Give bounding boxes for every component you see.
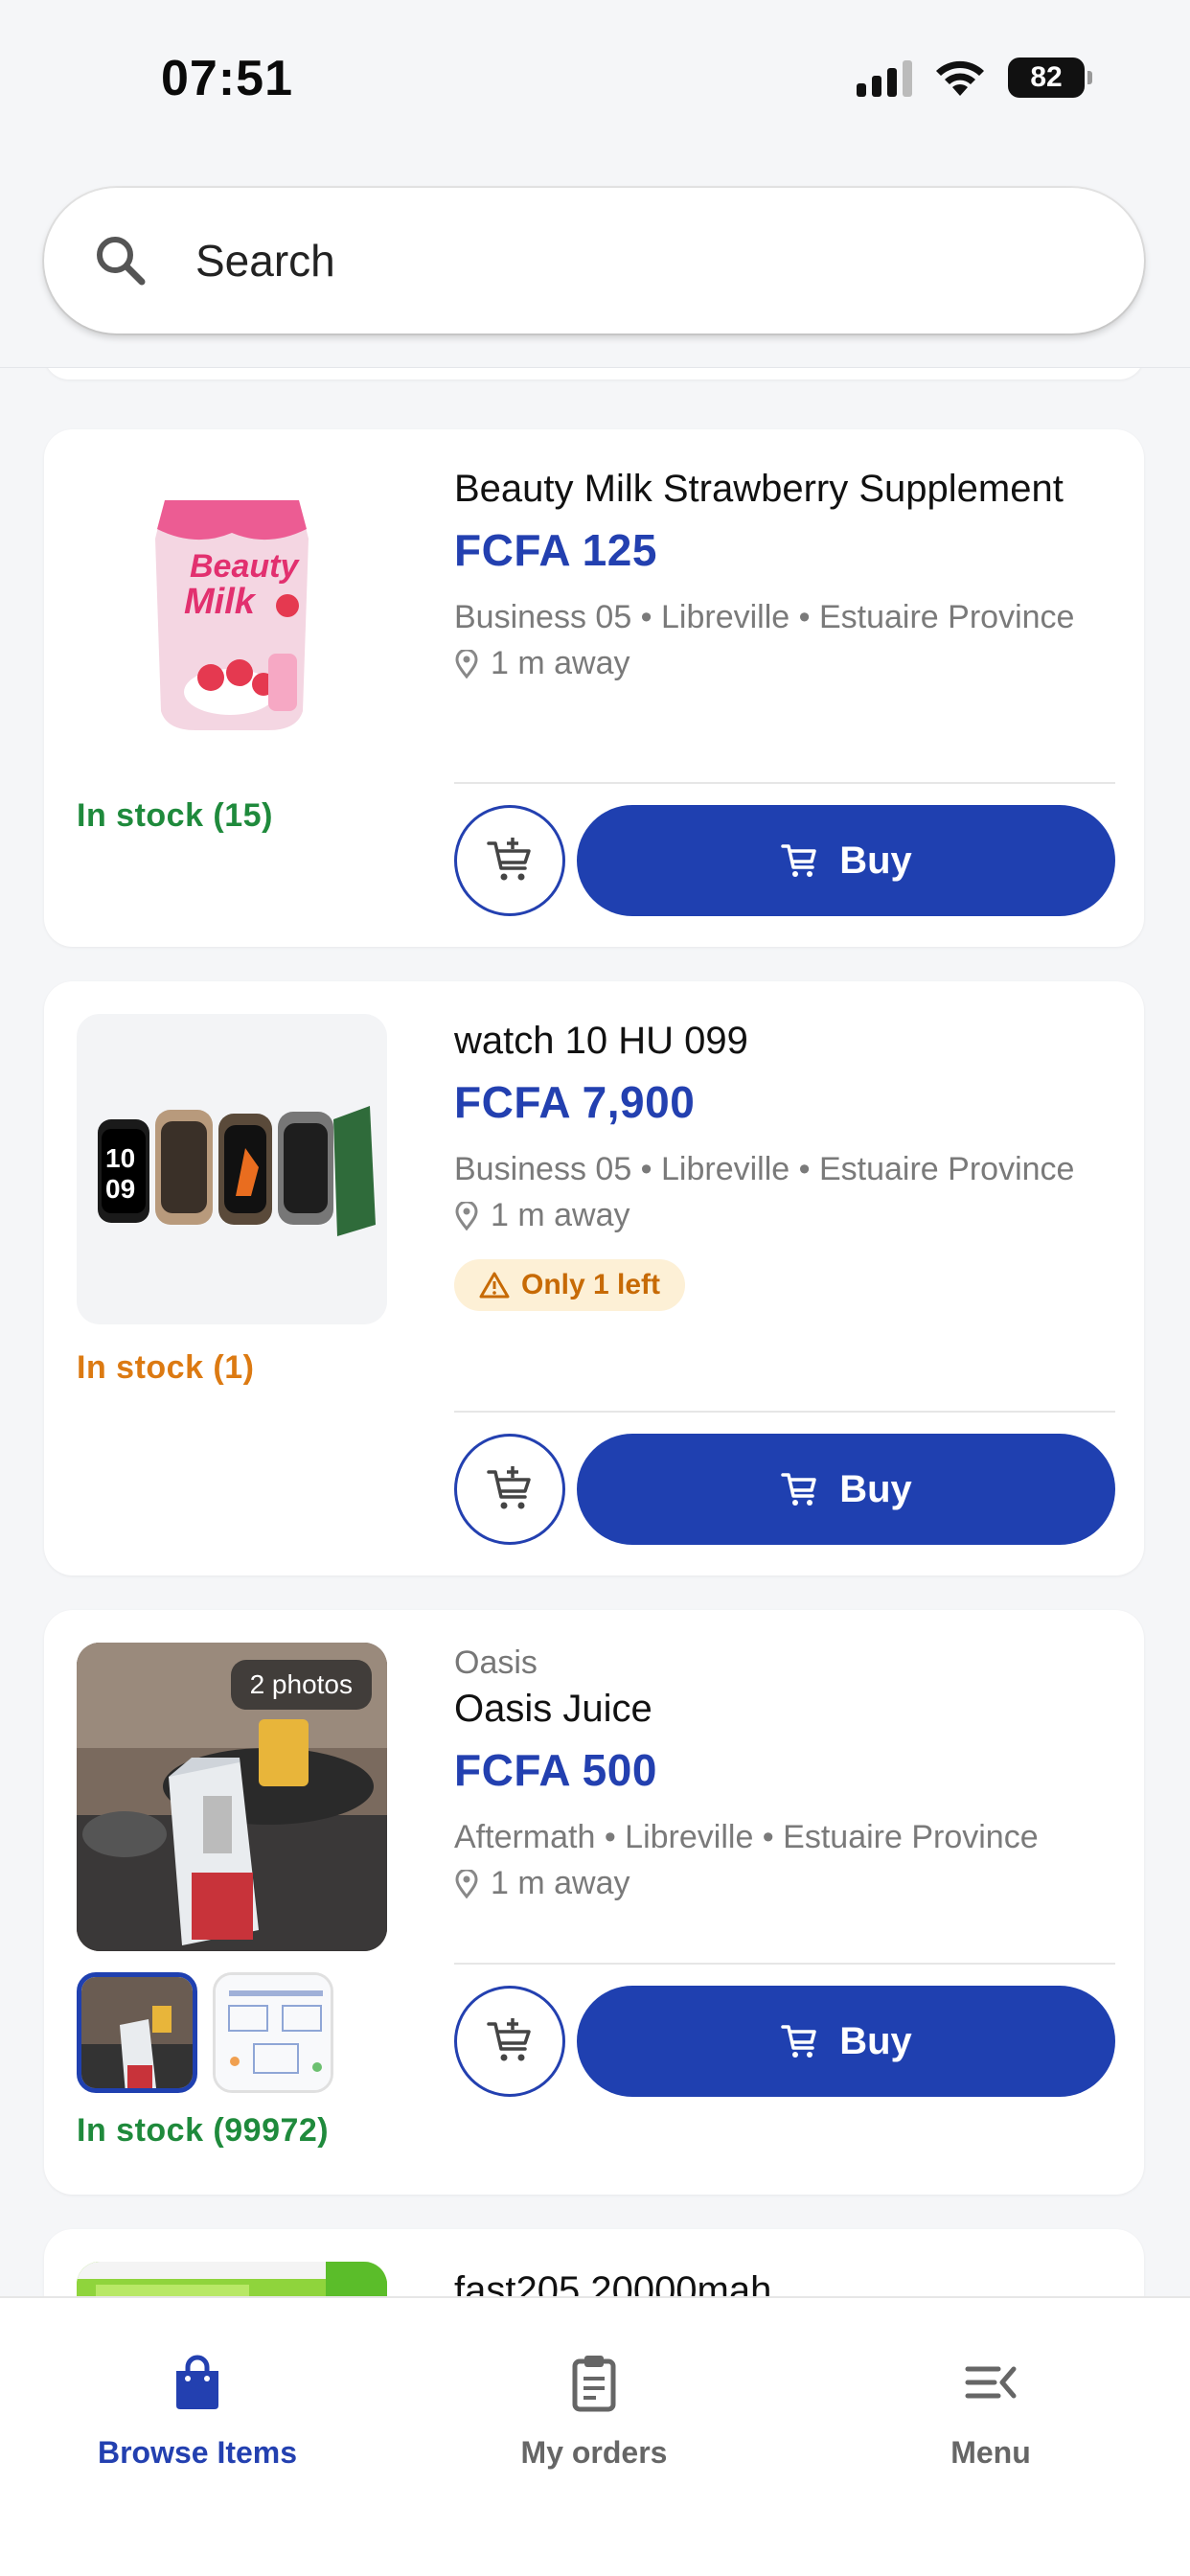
card-actions: Buy [454,1434,1115,1545]
card-divider [454,782,1115,784]
add-to-cart-icon [487,1466,531,1509]
nav-my-orders[interactable]: My orders [450,2352,738,2471]
nav-label: Browse Items [97,2435,298,2470]
photo-thumbnail-2[interactable] [213,1972,333,2093]
card-divider [454,1963,1115,1965]
product-image[interactable] [77,2262,387,2296]
product-image[interactable]: 2 photos [77,1643,387,1951]
product-media: Beauty Milk [77,462,387,772]
svg-text:10: 10 [105,1143,135,1173]
product-distance: 1 m away [454,1865,1115,1902]
distance-label: 1 m away [491,645,630,681]
add-to-cart-icon [487,2018,531,2061]
search-input[interactable] [195,235,1058,287]
product-image[interactable]: 10 09 [77,1014,387,1324]
wifi-icon [936,60,984,96]
location-pin-icon [455,1869,478,1898]
menu-icon [965,2366,1017,2399]
cart-icon [781,2025,816,2058]
product-info: fast205 20000mah [454,2269,1115,2296]
photo-count-badge: 2 photos [230,1660,372,1710]
product-image[interactable]: Beauty Milk [77,462,387,772]
buy-label: Buy [839,1467,912,1510]
distance-label: 1 m away [491,1197,630,1233]
photo-thumbnails [77,1972,387,2093]
svg-text:Beauty: Beauty [190,548,300,585]
product-list[interactable]: Beauty Milk In stock (15) Beauty Milk St… [0,368,1190,2296]
product-media: 10 09 [77,1014,387,1324]
product-distance: 1 m away [454,1197,1115,1234]
clipboard-icon [572,2356,616,2412]
buy-button[interactable]: Buy [577,1986,1115,2097]
card-actions: Buy [454,805,1115,916]
add-to-cart-button[interactable] [454,805,565,916]
location-pin-icon [455,649,478,678]
search-icon [97,237,146,286]
power-bank-image [77,2262,387,2296]
cart-icon [781,844,816,877]
card-divider [454,1411,1115,1413]
bottom-navigation: Browse Items My orders Menu [0,2296,1190,2576]
product-price: FCFA 500 [454,1745,657,1795]
nav-browse-items[interactable]: Browse Items [54,2352,341,2471]
status-icons: 82 [857,58,1092,98]
product-card[interactable]: 2 photos In stock (99972) Oasis Oasis Ju… [44,1610,1144,2195]
search-bar[interactable] [44,188,1144,334]
cellular-signal-icon [857,58,912,97]
product-title[interactable]: watch 10 HU 099 [454,1020,1115,1063]
product-title[interactable]: fast205 20000mah [454,2269,1115,2296]
add-to-cart-button[interactable] [454,1434,565,1545]
buy-button[interactable]: Buy [577,1434,1115,1545]
product-distance: 1 m away [454,645,1115,682]
status-bar: 07:51 82 [0,0,1190,153]
product-card-partial-top [44,368,1144,380]
product-title[interactable]: Oasis Juice [454,1688,1115,1731]
product-card[interactable]: Beauty Milk In stock (15) Beauty Milk St… [44,429,1144,947]
product-info: watch 10 HU 099 FCFA 7,900 Business 05 •… [454,1020,1115,1311]
product-media: 2 photos [77,1643,387,2093]
buy-label: Buy [839,839,912,882]
product-brand: Oasis [454,1644,538,1681]
location-pin-icon [455,1201,478,1230]
svg-text:Milk: Milk [184,582,257,622]
buy-label: Buy [839,2019,912,2062]
stock-status: In stock (1) [77,1349,255,1386]
search-header [0,153,1190,368]
battery-level: 82 [1030,61,1063,93]
low-stock-label: Only 1 left [521,1269,661,1300]
product-price: FCFA 7,900 [454,1077,696,1127]
cart-icon [781,1473,816,1506]
product-location: Business 05 • Libreville • Estuaire Prov… [454,599,1075,635]
nav-menu[interactable]: Menu [847,2352,1134,2471]
product-media [77,2262,387,2296]
screen: 07:51 82 Search Beauty Milk In stock (15… [0,0,1190,2576]
svg-text:09: 09 [105,1174,135,1204]
nav-label: Menu [950,2435,1031,2470]
product-price: FCFA 125 [454,525,657,575]
buy-button[interactable]: Buy [577,805,1115,916]
product-card[interactable]: 10 09 In stock (1) watch 10 HU 099 FCFA … [44,981,1144,1576]
low-stock-badge: Only 1 left [454,1259,686,1311]
distance-label: 1 m away [491,1865,630,1901]
nav-label: My orders [520,2435,668,2470]
add-to-cart-icon [487,838,531,881]
stock-status: In stock (15) [77,797,273,834]
product-title[interactable]: Beauty Milk Strawberry Supplement [454,468,1115,511]
add-to-cart-button[interactable] [454,1986,565,2097]
product-location: Aftermath • Libreville • Estuaire Provin… [454,1819,1039,1855]
photo-thumbnail-1[interactable] [77,1972,197,2093]
product-location: Business 05 • Libreville • Estuaire Prov… [454,1151,1075,1187]
card-actions: Buy [454,1986,1115,2097]
product-card[interactable]: fast205 20000mah [44,2229,1144,2296]
shopping-bag-icon [176,2355,218,2409]
stock-status: In stock (99972) [77,2112,330,2149]
product-info: Beauty Milk Strawberry Supplement FCFA 1… [454,468,1115,682]
product-info: Oasis Oasis Juice FCFA 500 Aftermath • L… [454,1644,1115,1902]
smartwatch-image: 10 09 [98,1106,376,1236]
battery-indicator: 82 [1008,58,1092,98]
status-time: 07:51 [161,51,293,106]
beauty-milk-package-image: Beauty Milk [155,500,309,730]
warning-icon [479,1272,510,1299]
